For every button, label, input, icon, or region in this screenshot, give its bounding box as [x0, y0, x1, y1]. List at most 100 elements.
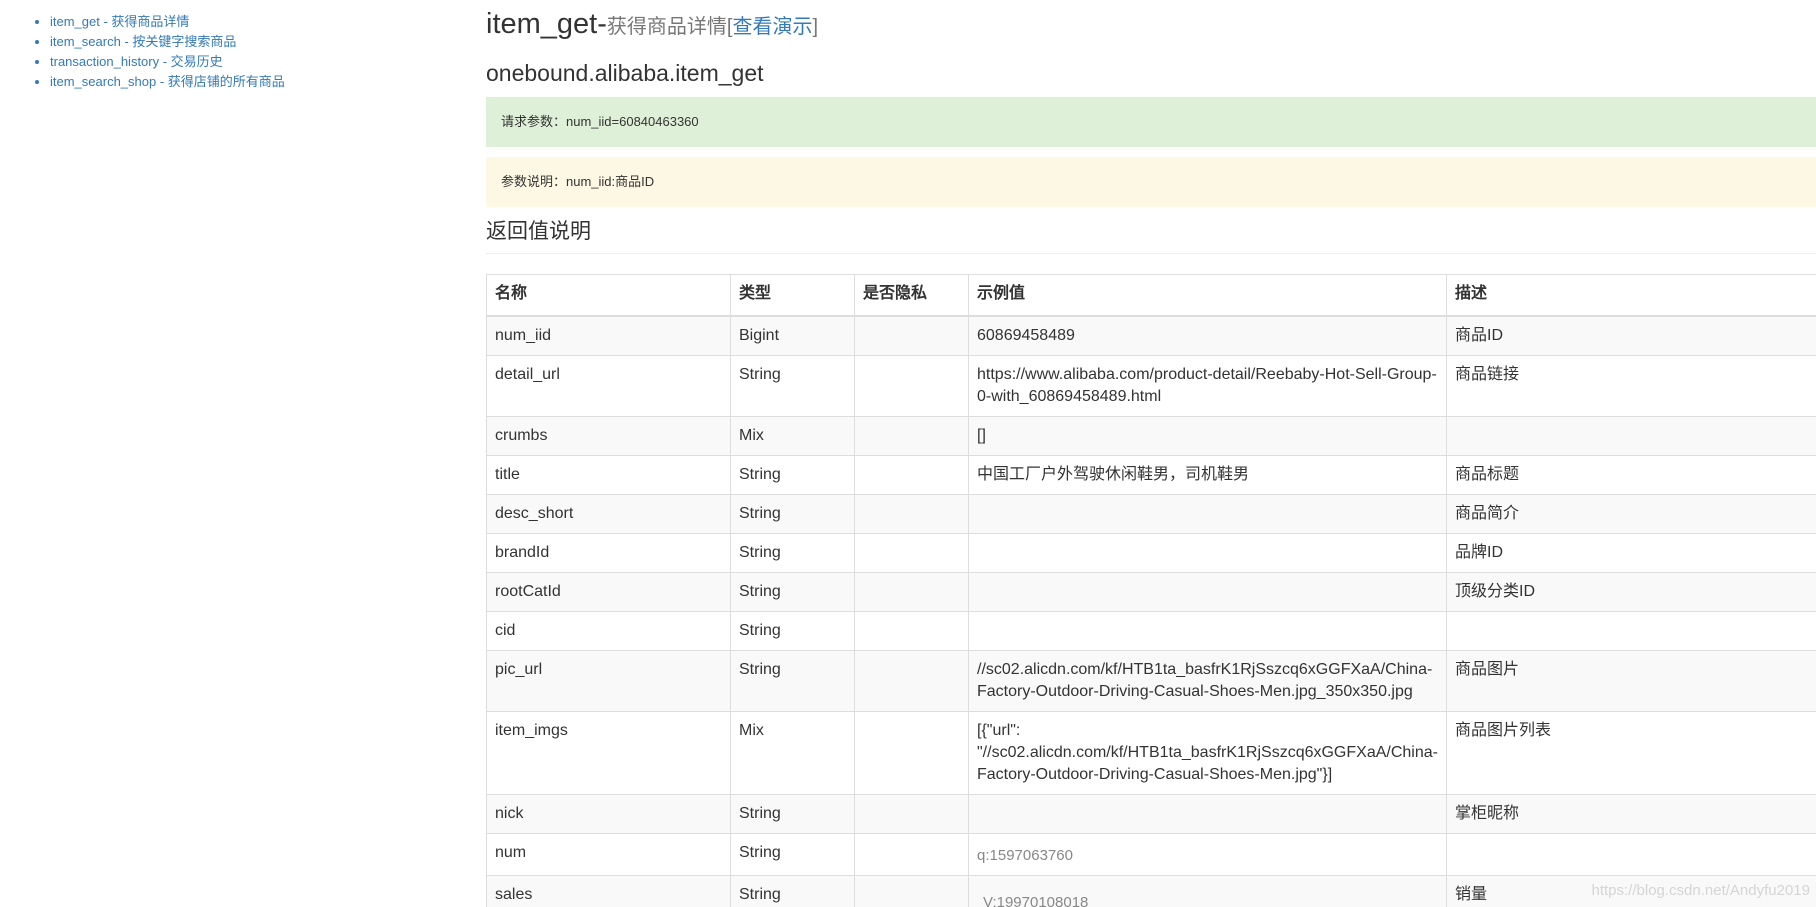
- sidebar-item-item-search-shop: item_search_shop - 获得店铺的所有商品: [50, 72, 470, 92]
- cell-type: String: [730, 533, 855, 573]
- cell-description: 商品标题: [1446, 455, 1816, 495]
- cell-name: crumbs: [486, 416, 731, 456]
- table-row: pic_url String //sc02.alicdn.com/kf/HTB1…: [486, 650, 1816, 712]
- cell-type: String: [730, 833, 855, 876]
- cell-description: 商品ID: [1446, 315, 1816, 356]
- cell-description: 掌柜昵称: [1446, 794, 1816, 834]
- page-title: item_get-获得商品详情[查看演示]: [486, 6, 1816, 45]
- view-demo-link[interactable]: 查看演示: [732, 16, 812, 38]
- cell-private: [854, 833, 969, 876]
- cell-example: [968, 611, 1447, 651]
- cell-example: []: [968, 416, 1447, 456]
- request-params-box: 请求参数：num_iid=60840463360: [486, 97, 1816, 147]
- col-header-name: 名称: [486, 274, 731, 317]
- cell-name: detail_url: [486, 355, 731, 417]
- sidebar-link-item-get[interactable]: item_get - 获得商品详情: [50, 14, 189, 29]
- cell-type: String: [730, 355, 855, 417]
- demo-bracket-close: ]: [812, 16, 819, 38]
- cell-description: 商品简介: [1446, 494, 1816, 534]
- cell-example: [968, 533, 1447, 573]
- cell-private: [854, 416, 969, 456]
- cell-description: [1446, 611, 1816, 651]
- col-header-private: 是否隐私: [854, 274, 969, 317]
- cell-private: [854, 650, 969, 712]
- cell-description: 商品图片: [1446, 650, 1816, 712]
- sidebar-link-item-search-shop[interactable]: item_search_shop - 获得店铺的所有商品: [50, 74, 285, 89]
- cell-example: [968, 572, 1447, 612]
- cell-type: Mix: [730, 416, 855, 456]
- cell-type: String: [730, 611, 855, 651]
- table-row: num_iid Bigint 60869458489 商品ID: [486, 315, 1816, 356]
- table-row: brandId String 品牌ID: [486, 533, 1816, 573]
- sidebar-link-list: item_get - 获得商品详情 item_search - 按关键字搜索商品…: [0, 12, 470, 92]
- table-row: detail_url String https://www.alibaba.co…: [486, 355, 1816, 417]
- api-name: onebound.alibaba.item_get: [486, 60, 764, 86]
- table-header-row: 名称 类型 是否隐私 示例值 描述: [486, 274, 1816, 317]
- cell-description: [1446, 833, 1816, 876]
- cell-example: q:1597063760: [968, 833, 1447, 876]
- cell-example: [968, 794, 1447, 834]
- cell-example: [{"url": "//sc02.alicdn.com/kf/HTB1ta_ba…: [968, 711, 1447, 795]
- cell-type: String: [730, 572, 855, 612]
- col-header-type: 类型: [730, 274, 855, 317]
- cell-name: num_iid: [486, 315, 731, 356]
- sidebar-item-item-get: item_get - 获得商品详情: [50, 12, 470, 32]
- table-row: rootCatId String 顶级分类ID: [486, 572, 1816, 612]
- cell-type: String: [730, 794, 855, 834]
- table-row: nick String 掌柜昵称: [486, 794, 1816, 834]
- col-header-description: 描述: [1446, 274, 1816, 317]
- return-values-table: 名称 类型 是否隐私 示例值 描述 num_iid Bigint 6086945…: [486, 274, 1816, 907]
- cell-name: rootCatId: [486, 572, 731, 612]
- param-description-box: 参数说明：num_iid:商品ID: [486, 157, 1816, 207]
- cell-name: nick: [486, 794, 731, 834]
- cell-example: //sc02.alicdn.com/kf/HTB1ta_basfrK1RjSsz…: [968, 650, 1447, 712]
- cell-example: V:19970108018: [968, 875, 1447, 907]
- cell-name: title: [486, 455, 731, 495]
- cell-name: cid: [486, 611, 731, 651]
- cell-private: [854, 494, 969, 534]
- cell-private: [854, 315, 969, 356]
- cell-private: [854, 711, 969, 795]
- sidebar-link-transaction-history[interactable]: transaction_history - 交易历史: [50, 54, 223, 69]
- cell-example: https://www.alibaba.com/product-detail/R…: [968, 355, 1447, 417]
- table-row: crumbs Mix []: [486, 416, 1816, 456]
- sidebar: item_get - 获得商品详情 item_search - 按关键字搜索商品…: [0, 12, 470, 92]
- cell-name: sales: [486, 875, 731, 907]
- cell-type: String: [730, 875, 855, 907]
- cell-description: 商品链接: [1446, 355, 1816, 417]
- cell-private: [854, 611, 969, 651]
- cell-example: 60869458489: [968, 315, 1447, 356]
- cell-private: [854, 794, 969, 834]
- cell-private: [854, 533, 969, 573]
- col-header-example: 示例值: [968, 274, 1447, 317]
- table-row: num String q:1597063760: [486, 833, 1816, 876]
- watermark: https://blog.csdn.net/Andyfu2019: [1591, 882, 1811, 899]
- cell-example: 中国工厂户外驾驶休闲鞋男，司机鞋男: [968, 455, 1447, 495]
- sidebar-item-transaction-history: transaction_history - 交易历史: [50, 52, 470, 72]
- main-content: item_get-获得商品详情[查看演示] onebound.alibaba.i…: [486, 0, 1816, 907]
- cell-name: item_imgs: [486, 711, 731, 795]
- cell-type: String: [730, 455, 855, 495]
- cell-name: brandId: [486, 533, 731, 573]
- cell-type: String: [730, 650, 855, 712]
- cell-type: String: [730, 494, 855, 534]
- sidebar-link-item-search[interactable]: item_search - 按关键字搜索商品: [50, 34, 236, 49]
- cell-name: pic_url: [486, 650, 731, 712]
- cell-description: 品牌ID: [1446, 533, 1816, 573]
- table-row: title String 中国工厂户外驾驶休闲鞋男，司机鞋男 商品标题: [486, 455, 1816, 495]
- page: item_get - 获得商品详情 item_search - 按关键字搜索商品…: [0, 0, 1816, 907]
- cell-example: [968, 494, 1447, 534]
- page-title-text: item_get-: [486, 8, 607, 40]
- cell-description: 顶级分类ID: [1446, 572, 1816, 612]
- cell-description: 商品图片列表: [1446, 711, 1816, 795]
- return-section-title: 返回值说明: [486, 217, 1816, 254]
- table-row: item_imgs Mix [{"url": "//sc02.alicdn.co…: [486, 711, 1816, 795]
- cell-private: [854, 355, 969, 417]
- cell-private: [854, 875, 969, 907]
- cell-name: desc_short: [486, 494, 731, 534]
- cell-private: [854, 455, 969, 495]
- cell-description: [1446, 416, 1816, 456]
- table-row: cid String: [486, 611, 1816, 651]
- cell-type: Mix: [730, 711, 855, 795]
- cell-private: [854, 572, 969, 612]
